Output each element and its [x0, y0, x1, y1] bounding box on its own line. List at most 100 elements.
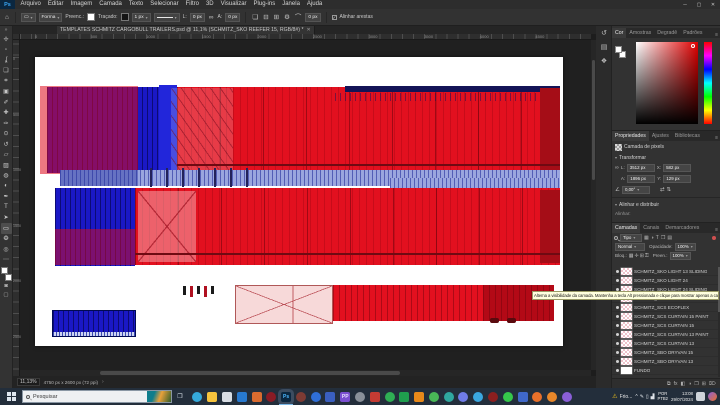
zoom-level-field[interactable]: 11,13%: [17, 378, 40, 386]
stroke-width-field[interactable]: 1 px▾: [132, 13, 151, 22]
align-edges-checkbox[interactable]: ✓: [332, 15, 337, 20]
toolbar-collapse-icon[interactable]: »: [5, 26, 8, 34]
vertical-ruler[interactable]: 05001000150020002500: [13, 40, 20, 376]
color-field[interactable]: [636, 42, 698, 124]
home-icon[interactable]: ⌂: [4, 13, 10, 22]
horizontal-ruler[interactable]: 050010001500200025003000350040004500: [20, 34, 591, 40]
lock-icon[interactable]: ✛: [634, 253, 638, 259]
taskbar-app-discord[interactable]: [458, 392, 468, 402]
taskbar-app-app-green-square[interactable]: [399, 392, 409, 402]
panel-menu-icon[interactable]: ≡: [715, 135, 720, 141]
corner-radius-field[interactable]: 0 px: [305, 13, 320, 22]
tray-app-icon[interactable]: [708, 392, 717, 401]
shape-height-field[interactable]: 0 px: [225, 13, 240, 22]
blend-mode-select[interactable]: Normal▾: [615, 243, 645, 251]
history-brush-tool[interactable]: ↺: [1, 139, 12, 150]
fill-field[interactable]: 100%▾: [670, 252, 691, 260]
quick-mask-icon[interactable]: ◙: [1, 281, 12, 290]
zoom-tool[interactable]: ◎: [1, 244, 12, 255]
taskbar-app-app-dark-red[interactable]: [488, 392, 498, 402]
menu-editar[interactable]: Editar: [44, 0, 67, 9]
status-more-icon[interactable]: ›: [102, 379, 104, 385]
layer-row[interactable]: SCHMITZ_SCS ECOFLEX: [612, 303, 718, 312]
new-group-icon[interactable]: ❒: [694, 381, 698, 387]
layer-visibility-eye-icon[interactable]: [613, 360, 621, 363]
hidden-icons-chevron[interactable]: ^: [635, 394, 637, 400]
link-layers-icon[interactable]: ⧉: [667, 381, 671, 387]
menu-texto[interactable]: Texto: [125, 0, 146, 9]
tab-cor[interactable]: Cor: [612, 28, 626, 38]
shape-mode-select[interactable]: Forma▾: [39, 13, 63, 22]
menu-plugins[interactable]: Plug-ins: [250, 0, 279, 9]
menu-ajuda[interactable]: Ajuda: [303, 0, 325, 9]
taskbar-app-microsoft-store[interactable]: [222, 392, 232, 402]
x-field[interactable]: 582 px: [663, 164, 691, 172]
eraser-tool[interactable]: ▱: [1, 150, 12, 161]
taskbar-app-app-purple-pp[interactable]: PP: [340, 392, 350, 402]
filter-toggle[interactable]: [712, 236, 716, 240]
layer-row[interactable]: SCHMITZ_SCS CURTAIN 15 PAINT: [612, 312, 718, 321]
flip-vertical-icon[interactable]: ⇅: [667, 187, 672, 193]
tab-canais[interactable]: Canais: [640, 223, 662, 233]
tab-camadas[interactable]: Camadas: [612, 223, 640, 233]
document-artboard[interactable]: [35, 57, 563, 346]
arrange-icon[interactable]: ⊞: [273, 13, 280, 22]
taskbar-app-app-teal[interactable]: [444, 392, 454, 402]
clone-stamp-tool[interactable]: ⊙: [1, 129, 12, 140]
tab-padres[interactable]: Padrões: [680, 28, 705, 38]
taskbar-app-app-purple-moon[interactable]: [562, 392, 572, 402]
object-selection-tool[interactable]: ❏: [1, 66, 12, 77]
new-layer-icon[interactable]: ⊞: [702, 381, 706, 387]
blur-tool[interactable]: ◍: [1, 171, 12, 182]
hue-slider[interactable]: [704, 42, 712, 124]
layer-row[interactable]: SCHMITZ_SKO LIGHT 24: [612, 276, 718, 285]
filter-icon[interactable]: ◑: [651, 235, 654, 241]
taskbar-app-app-eye[interactable]: [473, 392, 483, 402]
eyedropper-tool[interactable]: ✐: [1, 97, 12, 108]
layer-style-icon[interactable]: fx: [674, 381, 678, 387]
language-indicator[interactable]: PORPTB2: [658, 392, 668, 401]
taskbar-app-app-paw[interactable]: [547, 392, 557, 402]
foreground-color-swatch[interactable]: [1, 267, 8, 274]
layer-visibility-eye-icon[interactable]: [613, 324, 621, 327]
type-tool[interactable]: T: [1, 202, 12, 213]
filter-icon[interactable]: ▦: [644, 235, 649, 241]
menu-janela[interactable]: Janela: [279, 0, 304, 9]
taskbar-app-file-explorer[interactable]: [207, 392, 217, 402]
hand-tool[interactable]: ❂: [1, 234, 12, 245]
dodge-tool[interactable]: ◐: [1, 181, 12, 192]
frame-tool[interactable]: ▣: [1, 87, 12, 98]
menu-filtro[interactable]: Filtro: [182, 0, 202, 9]
taskbar-app-app-green-circle[interactable]: [385, 392, 395, 402]
layer-row[interactable]: SCHMITZ_SBO DRYVAN 15: [612, 348, 718, 357]
brush-tool[interactable]: ✑: [1, 118, 12, 129]
taskbar-app-app-multicolor[interactable]: [518, 392, 528, 402]
battery-icon[interactable]: ▯: [646, 394, 649, 400]
layer-visibility-eye-icon[interactable]: [613, 369, 621, 372]
lock-icon[interactable]: ⚿: [645, 253, 649, 259]
tab-close-icon[interactable]: ✕: [306, 27, 310, 33]
filter-icon[interactable]: ▤: [667, 235, 672, 241]
menu-3d[interactable]: 3D: [202, 0, 217, 9]
rectangle-tool[interactable]: ▭: [1, 223, 12, 234]
path-selection-tool[interactable]: ➤: [1, 213, 12, 224]
warning-icon[interactable]: ⚠: [612, 393, 617, 400]
taskbar-app-app-maroon[interactable]: [296, 392, 306, 402]
maximize-button[interactable]: ▢: [692, 0, 706, 9]
menu-selecionar[interactable]: Selecionar: [147, 0, 182, 9]
layer-row[interactable]: SCHMITZ_SCS CURTAIN 13: [612, 339, 718, 348]
tab-amostras[interactable]: Amostras: [626, 28, 654, 38]
tab-propriedades[interactable]: Propriedades: [612, 131, 649, 141]
taskbar-app-app-blue-circle[interactable]: [311, 392, 321, 402]
path-operations-icon[interactable]: ❏: [251, 13, 259, 22]
menu-imagem[interactable]: Imagem: [67, 0, 96, 9]
tool-preset-picker[interactable]: ▭▾: [21, 13, 36, 22]
tab-degrad[interactable]: Degradê: [654, 28, 680, 38]
lock-icon[interactable]: ⊞: [640, 253, 644, 259]
taskbar-search[interactable]: Pesquisar: [22, 390, 172, 403]
layer-visibility-eye-icon[interactable]: [613, 270, 621, 273]
close-button[interactable]: ✕: [706, 0, 720, 9]
adjustment-layer-icon[interactable]: ◑: [688, 381, 691, 387]
stroke-type-select[interactable]: ▾: [154, 13, 180, 22]
pen-tray-icon[interactable]: ✎: [640, 394, 644, 400]
